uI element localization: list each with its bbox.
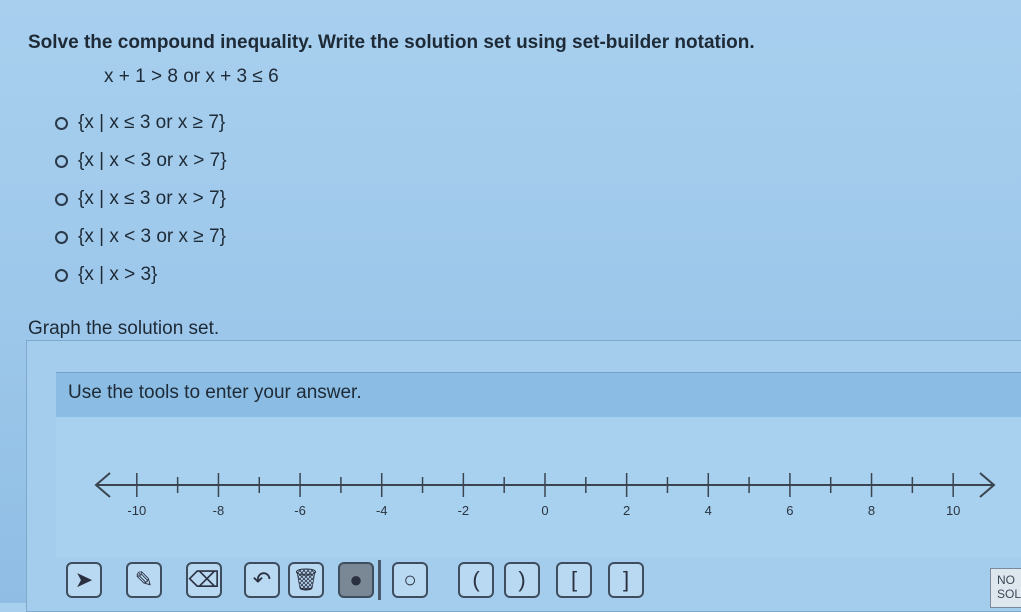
number-line-area[interactable]: -10 -8 -6 -4 -2 0 2 4 6 8 10 <box>56 417 1021 557</box>
left-paren-tool[interactable]: ( <box>458 562 494 598</box>
choice-text: {x | x < 3 or x ≥ 7} <box>78 226 226 247</box>
right-paren-tool[interactable]: ) <box>504 562 540 598</box>
no-solution-button[interactable]: NO SOL <box>990 568 1021 608</box>
tick-label: -4 <box>376 503 388 518</box>
toolbar-divider <box>378 560 381 600</box>
choice-4[interactable]: {x | x < 3 or x ≥ 7} <box>55 218 227 256</box>
radio-icon[interactable] <box>55 116 68 130</box>
open-dot-tool[interactable]: ○ <box>392 562 428 598</box>
tick-label: -2 <box>458 503 470 518</box>
pointer-tool[interactable]: ➤ <box>66 562 102 598</box>
choice-text: {x | x ≤ 3 or x > 7} <box>78 188 226 209</box>
choice-1[interactable]: {x | x ≤ 3 or x ≥ 7} <box>55 104 227 142</box>
choice-3[interactable]: {x | x ≤ 3 or x > 7} <box>55 180 227 218</box>
graph-toolbar: ➤ ✎ ⌫ ↶ 🗑 ● ○ () [] <box>56 550 996 605</box>
pencil-tool[interactable]: ✎ <box>126 562 162 598</box>
answer-choices: {x | x ≤ 3 or x ≥ 7} {x | x < 3 or x > 7… <box>55 104 227 294</box>
tick-label: -6 <box>294 503 306 518</box>
trash-tool[interactable]: 🗑 <box>288 562 324 598</box>
choice-5[interactable]: {x | x > 3} <box>55 256 227 294</box>
tick-label: -10 <box>127 503 146 518</box>
inequality-equation: x + 1 > 8 or x + 3 ≤ 6 <box>104 66 279 87</box>
tick-label: 8 <box>868 503 875 518</box>
left-bracket-tool[interactable]: [ <box>556 562 592 598</box>
choice-text: {x | x ≤ 3 or x ≥ 7} <box>78 112 226 133</box>
tick-label: 6 <box>786 503 793 518</box>
banner-text: Use the tools to enter your answer. <box>68 382 362 403</box>
tick-label: 4 <box>705 503 712 518</box>
right-bracket-tool[interactable]: ] <box>608 562 644 598</box>
undo-tool[interactable]: ↶ <box>244 562 280 598</box>
question-prompt: Solve the compound inequality. Write the… <box>28 32 755 53</box>
closed-dot-tool[interactable]: ● <box>338 562 374 598</box>
tick-label: -8 <box>213 503 225 518</box>
radio-icon[interactable] <box>55 230 68 244</box>
tick-label: 0 <box>541 503 548 518</box>
radio-icon[interactable] <box>55 268 68 282</box>
choice-2[interactable]: {x | x < 3 or x > 7} <box>55 142 227 180</box>
tick-label: 10 <box>946 503 960 518</box>
number-line[interactable]: -10 -8 -6 -4 -2 0 2 4 6 8 10 <box>56 417 1021 557</box>
graph-instruction: Graph the solution set. <box>28 318 220 339</box>
choice-text: {x | x > 3} <box>78 264 158 285</box>
tools-banner: Use the tools to enter your answer. <box>56 372 1021 418</box>
eraser-tool[interactable]: ⌫ <box>186 562 222 598</box>
tick-label: 2 <box>623 503 630 518</box>
radio-icon[interactable] <box>55 192 68 206</box>
radio-icon[interactable] <box>55 154 68 168</box>
choice-text: {x | x < 3 or x > 7} <box>78 150 227 171</box>
